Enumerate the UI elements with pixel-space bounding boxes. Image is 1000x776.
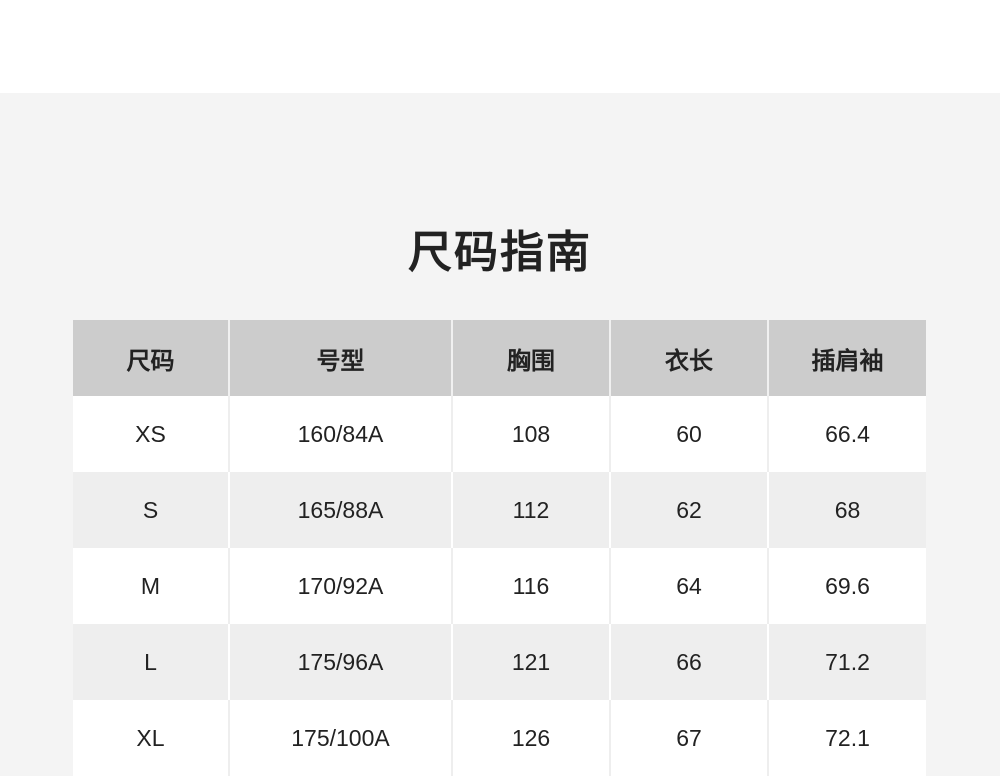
header-raglan-sleeve: 插肩袖 xyxy=(768,320,926,396)
cell-length: 64 xyxy=(610,548,769,624)
table-header: 尺码 号型 胸围 衣长 插肩袖 xyxy=(73,320,926,396)
cell-size: L xyxy=(73,624,230,700)
cell-model: 175/100A xyxy=(229,700,453,776)
cell-length: 67 xyxy=(610,700,769,776)
cell-raglan-sleeve: 69.6 xyxy=(768,548,926,624)
page-title: 尺码指南 xyxy=(408,227,592,279)
table-row: XS 160/84A 108 60 66.4 xyxy=(73,396,926,472)
top-band xyxy=(0,0,1000,93)
cell-length: 60 xyxy=(610,396,769,472)
cell-chest: 126 xyxy=(452,700,611,776)
cell-raglan-sleeve: 72.1 xyxy=(768,700,926,776)
cell-size: XL xyxy=(73,700,230,776)
table-row: M 170/92A 116 64 69.6 xyxy=(73,548,926,624)
cell-chest: 121 xyxy=(452,624,611,700)
table-row: XL 175/100A 126 67 72.1 xyxy=(73,700,926,776)
cell-model: 175/96A xyxy=(229,624,453,700)
cell-model: 160/84A xyxy=(229,396,453,472)
cell-chest: 112 xyxy=(452,472,611,548)
cell-chest: 108 xyxy=(452,396,611,472)
table-row: L 175/96A 121 66 71.2 xyxy=(73,624,926,700)
header-length: 衣长 xyxy=(610,320,769,396)
cell-model: 170/92A xyxy=(229,548,453,624)
header-row: 尺码 号型 胸围 衣长 插肩袖 xyxy=(73,320,926,396)
cell-length: 62 xyxy=(610,472,769,548)
cell-raglan-sleeve: 66.4 xyxy=(768,396,926,472)
cell-chest: 116 xyxy=(452,548,611,624)
cell-size: S xyxy=(73,472,230,548)
cell-size: M xyxy=(73,548,230,624)
cell-model: 165/88A xyxy=(229,472,453,548)
header-model: 号型 xyxy=(229,320,453,396)
cell-length: 66 xyxy=(610,624,769,700)
table-row: S 165/88A 112 62 68 xyxy=(73,472,926,548)
size-chart-table: 尺码 号型 胸围 衣长 插肩袖 XS 160/84A 108 60 66.4 S… xyxy=(73,320,926,776)
cell-raglan-sleeve: 71.2 xyxy=(768,624,926,700)
table-body: XS 160/84A 108 60 66.4 S 165/88A 112 62 … xyxy=(73,396,926,776)
header-chest: 胸围 xyxy=(452,320,611,396)
cell-raglan-sleeve: 68 xyxy=(768,472,926,548)
cell-size: XS xyxy=(73,396,230,472)
header-size: 尺码 xyxy=(73,320,230,396)
